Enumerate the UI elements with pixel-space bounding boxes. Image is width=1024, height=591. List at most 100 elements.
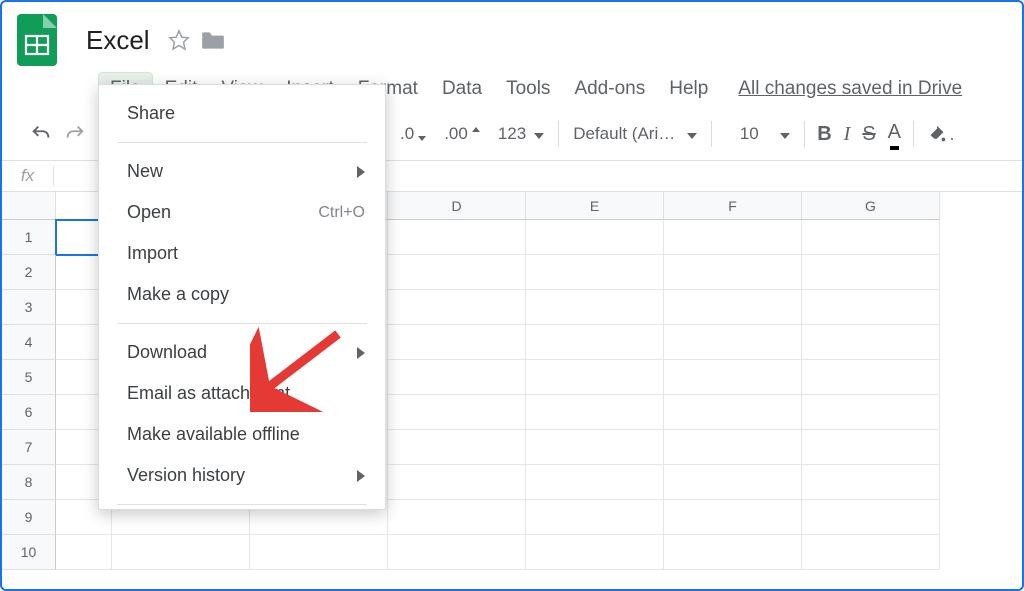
- cell[interactable]: [664, 535, 802, 570]
- cell[interactable]: [388, 430, 526, 465]
- toolbar-separator: [913, 121, 914, 147]
- bold-button[interactable]: B: [811, 116, 837, 152]
- grid-row: 10: [2, 535, 1022, 570]
- toolbar-separator: [558, 121, 559, 147]
- row-header[interactable]: 7: [2, 430, 56, 465]
- cell[interactable]: [526, 465, 664, 500]
- menu-data[interactable]: Data: [430, 72, 494, 106]
- cell[interactable]: [526, 535, 664, 570]
- cell[interactable]: [802, 430, 940, 465]
- cell[interactable]: [802, 360, 940, 395]
- cell[interactable]: [526, 220, 664, 255]
- menu-divider: [117, 504, 367, 505]
- submenu-arrow-icon: [357, 347, 365, 359]
- row-header[interactable]: 8: [2, 465, 56, 500]
- strikethrough-button[interactable]: S: [856, 116, 881, 152]
- file-menu-download[interactable]: Download: [99, 332, 385, 373]
- cell[interactable]: [664, 255, 802, 290]
- increase-decimal-button[interactable]: .00: [436, 116, 490, 152]
- cell[interactable]: [388, 290, 526, 325]
- cell[interactable]: [802, 465, 940, 500]
- menu-addons[interactable]: Add-ons: [562, 72, 657, 106]
- cell[interactable]: [526, 360, 664, 395]
- cell[interactable]: [802, 535, 940, 570]
- cell[interactable]: [526, 255, 664, 290]
- file-menu-offline[interactable]: Make available offline: [99, 414, 385, 455]
- row-header[interactable]: 1: [2, 220, 56, 255]
- file-menu-share[interactable]: Share: [99, 93, 385, 134]
- cell[interactable]: [664, 500, 802, 535]
- cell[interactable]: [112, 535, 250, 570]
- toolbar-separator: [711, 121, 712, 147]
- text-color-button[interactable]: A: [882, 116, 907, 152]
- file-menu-version-history[interactable]: Version history: [99, 455, 385, 496]
- cell[interactable]: [802, 500, 940, 535]
- column-header[interactable]: E: [526, 192, 664, 220]
- cell[interactable]: [526, 500, 664, 535]
- italic-button[interactable]: I: [838, 116, 857, 152]
- folder-icon[interactable]: [200, 29, 226, 51]
- keyboard-shortcut: Ctrl+O: [318, 204, 365, 222]
- cell[interactable]: [388, 360, 526, 395]
- decrease-decimal-button[interactable]: .0: [392, 116, 436, 152]
- cell[interactable]: [664, 395, 802, 430]
- cell[interactable]: [388, 325, 526, 360]
- redo-button[interactable]: [58, 116, 92, 152]
- cell[interactable]: [526, 395, 664, 430]
- cell[interactable]: [664, 465, 802, 500]
- row-header[interactable]: 2: [2, 255, 56, 290]
- cell[interactable]: [388, 535, 526, 570]
- cell[interactable]: [526, 325, 664, 360]
- title-bar: Excel: [2, 2, 1022, 68]
- cell[interactable]: [802, 255, 940, 290]
- font-family-dropdown[interactable]: Default (Ari…: [565, 116, 705, 152]
- submenu-arrow-icon: [357, 470, 365, 482]
- font-size-dropdown[interactable]: 10: [718, 116, 798, 152]
- cell[interactable]: [388, 500, 526, 535]
- cell[interactable]: [250, 535, 388, 570]
- submenu-arrow-icon: [357, 166, 365, 178]
- menu-divider: [117, 142, 367, 143]
- sheets-logo-icon: [16, 12, 58, 68]
- fill-color-button[interactable]: [920, 116, 960, 152]
- row-header[interactable]: 10: [2, 535, 56, 570]
- cell[interactable]: [664, 430, 802, 465]
- cell[interactable]: [526, 430, 664, 465]
- menu-tools[interactable]: Tools: [494, 72, 562, 106]
- row-header[interactable]: 9: [2, 500, 56, 535]
- file-menu-make-copy[interactable]: Make a copy: [99, 274, 385, 315]
- row-header[interactable]: 5: [2, 360, 56, 395]
- row-header[interactable]: 6: [2, 395, 56, 430]
- file-menu-open[interactable]: Open Ctrl+O: [99, 192, 385, 233]
- toolbar-separator: [804, 121, 805, 147]
- file-menu-new[interactable]: New: [99, 151, 385, 192]
- cell[interactable]: [664, 290, 802, 325]
- file-menu-import[interactable]: Import: [99, 233, 385, 274]
- cell[interactable]: [388, 465, 526, 500]
- cell[interactable]: [664, 220, 802, 255]
- cell[interactable]: [802, 220, 940, 255]
- file-menu-email-attachment[interactable]: Email as attachment: [99, 373, 385, 414]
- number-format-dropdown[interactable]: 123: [490, 116, 552, 152]
- column-header[interactable]: G: [802, 192, 940, 220]
- column-header[interactable]: F: [664, 192, 802, 220]
- document-title[interactable]: Excel: [86, 25, 150, 56]
- select-all-corner[interactable]: [2, 192, 56, 220]
- cell[interactable]: [56, 535, 112, 570]
- row-header[interactable]: 3: [2, 290, 56, 325]
- cell[interactable]: [388, 255, 526, 290]
- cell[interactable]: [526, 290, 664, 325]
- column-header[interactable]: D: [388, 192, 526, 220]
- save-status[interactable]: All changes saved in Drive: [738, 78, 962, 100]
- star-icon[interactable]: [168, 29, 190, 51]
- cell[interactable]: [388, 395, 526, 430]
- cell[interactable]: [664, 360, 802, 395]
- cell[interactable]: [664, 325, 802, 360]
- cell[interactable]: [802, 395, 940, 430]
- cell[interactable]: [802, 325, 940, 360]
- cell[interactable]: [388, 220, 526, 255]
- row-header[interactable]: 4: [2, 325, 56, 360]
- menu-help[interactable]: Help: [657, 72, 720, 106]
- undo-button[interactable]: [24, 116, 58, 152]
- cell[interactable]: [802, 290, 940, 325]
